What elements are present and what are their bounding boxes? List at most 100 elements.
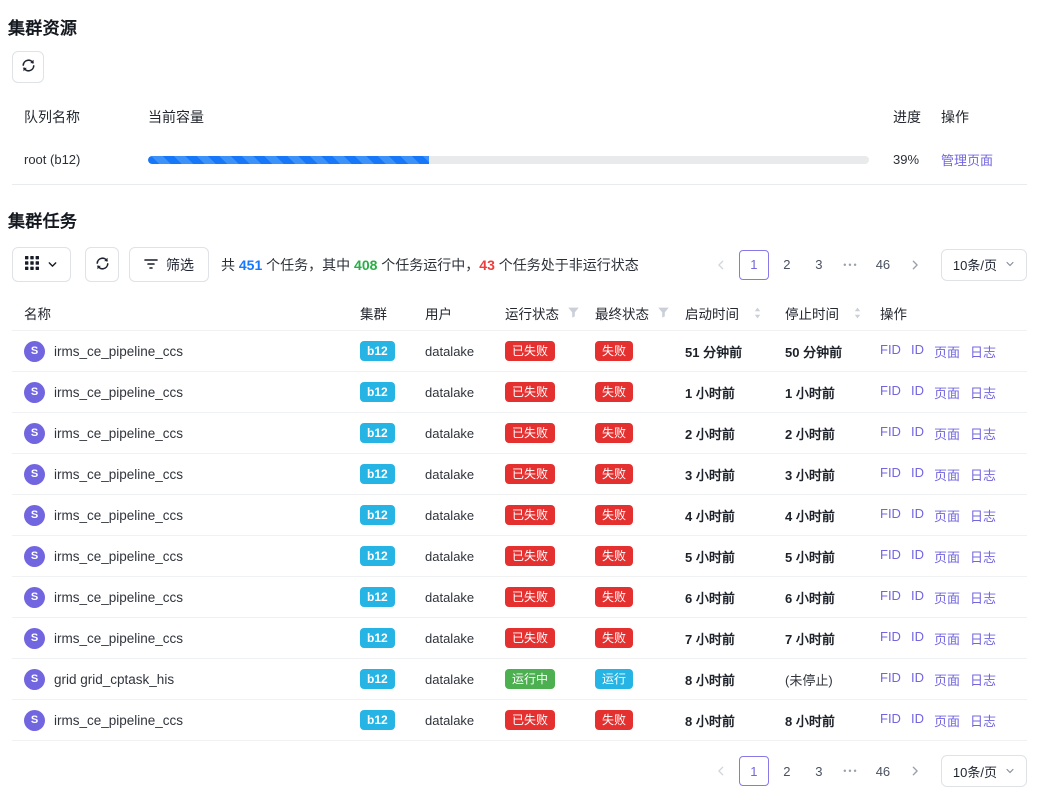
pagination-ellipsis[interactable]: ••• <box>837 756 865 786</box>
action-link-id[interactable]: ID <box>911 383 924 402</box>
action-link-fid[interactable]: FID <box>880 342 901 361</box>
start-time: 2 小时前 <box>673 424 773 443</box>
filter-funnel-icon[interactable] <box>567 306 580 319</box>
user-name: datalake <box>413 672 493 687</box>
action-link-页面[interactable]: 页面 <box>934 383 960 402</box>
pagination-page-1[interactable]: 1 <box>739 250 769 280</box>
queue-name: root (b12) <box>12 152 136 167</box>
action-link-id[interactable]: ID <box>911 588 924 607</box>
cluster-badge: b12 <box>360 505 395 525</box>
manage-page-link[interactable]: 管理页面 <box>941 153 993 168</box>
row-actions: FID ID 页面日志 <box>868 342 1027 361</box>
tasks-refresh-button[interactable] <box>85 247 119 282</box>
task-name: irms_ce_pipeline_ccs <box>54 631 183 646</box>
page-size-select[interactable]: 10条/页 <box>941 249 1027 281</box>
table-row: S irms_ce_pipeline_ccs b12 datalake 已失败 … <box>12 618 1027 659</box>
run-status-badge: 已失败 <box>505 628 555 648</box>
action-link-id[interactable]: ID <box>911 629 924 648</box>
start-time: 3 小时前 <box>673 465 773 484</box>
row-actions: FID ID 页面日志 <box>868 383 1027 402</box>
avatar: S <box>24 382 45 403</box>
pagination-page-46[interactable]: 46 <box>869 250 897 280</box>
pagination-ellipsis[interactable]: ••• <box>837 250 865 280</box>
action-link-fid[interactable]: FID <box>880 465 901 484</box>
row-actions: FID ID 页面日志 <box>868 506 1027 525</box>
resources-table-header: 队列名称 当前容量 进度 操作 <box>12 99 1027 135</box>
stop-time: 50 分钟前 <box>773 342 868 361</box>
table-row: S irms_ce_pipeline_ccs b12 datalake 已失败 … <box>12 372 1027 413</box>
avatar: S <box>24 464 45 485</box>
queue-progress-fill <box>148 156 429 164</box>
action-link-fid[interactable]: FID <box>880 711 901 730</box>
final-status-badge: 失败 <box>595 423 633 443</box>
action-link-id[interactable]: ID <box>911 342 924 361</box>
action-link-id[interactable]: ID <box>911 670 924 689</box>
task-table-header: 名称 集群 用户 运行状态 最终状态 启动时间 <box>12 295 1027 331</box>
resources-section-title: 集群资源 <box>8 14 1031 39</box>
action-link-fid[interactable]: FID <box>880 629 901 648</box>
action-link-id[interactable]: ID <box>911 424 924 443</box>
avatar: S <box>24 669 45 690</box>
pagination-page-46[interactable]: 46 <box>869 756 897 786</box>
action-link-页面[interactable]: 页面 <box>934 588 960 607</box>
action-link-日志[interactable]: 日志 <box>970 465 996 484</box>
pagination-next[interactable] <box>901 756 929 786</box>
cluster-badge: b12 <box>360 341 395 361</box>
pagination-next[interactable] <box>901 250 929 280</box>
action-link-id[interactable]: ID <box>911 506 924 525</box>
action-link-fid[interactable]: FID <box>880 506 901 525</box>
page-size-select[interactable]: 10条/页 <box>941 755 1027 787</box>
table-row: S irms_ce_pipeline_ccs b12 datalake 已失败 … <box>12 495 1027 536</box>
action-link-页面[interactable]: 页面 <box>934 547 960 566</box>
header-name: 名称 <box>12 303 348 323</box>
sort-icon[interactable] <box>853 306 862 320</box>
action-link-日志[interactable]: 日志 <box>970 506 996 525</box>
action-link-fid[interactable]: FID <box>880 588 901 607</box>
pagination-page-3[interactable]: 3 <box>805 250 833 280</box>
chevron-down-icon <box>1005 257 1015 272</box>
action-link-日志[interactable]: 日志 <box>970 670 996 689</box>
action-link-日志[interactable]: 日志 <box>970 547 996 566</box>
action-link-日志[interactable]: 日志 <box>970 711 996 730</box>
action-link-id[interactable]: ID <box>911 547 924 566</box>
user-name: datalake <box>413 426 493 441</box>
pagination-page-3[interactable]: 3 <box>805 756 833 786</box>
pagination-prev[interactable] <box>707 250 735 280</box>
action-link-页面[interactable]: 页面 <box>934 670 960 689</box>
action-link-fid[interactable]: FID <box>880 547 901 566</box>
action-link-页面[interactable]: 页面 <box>934 424 960 443</box>
action-link-日志[interactable]: 日志 <box>970 342 996 361</box>
action-link-页面[interactable]: 页面 <box>934 711 960 730</box>
filter-button[interactable]: 筛选 <box>129 247 209 282</box>
action-link-日志[interactable]: 日志 <box>970 629 996 648</box>
cluster-badge: b12 <box>360 546 395 566</box>
pagination-prev[interactable] <box>707 756 735 786</box>
pagination-page-1[interactable]: 1 <box>739 756 769 786</box>
action-link-fid[interactable]: FID <box>880 670 901 689</box>
pagination-page-2[interactable]: 2 <box>773 250 801 280</box>
sort-icon[interactable] <box>753 306 762 320</box>
layout-grid-button[interactable] <box>12 247 71 282</box>
run-status-badge: 已失败 <box>505 587 555 607</box>
user-name: datalake <box>413 590 493 605</box>
run-status-badge: 已失败 <box>505 546 555 566</box>
action-link-id[interactable]: ID <box>911 711 924 730</box>
action-link-页面[interactable]: 页面 <box>934 506 960 525</box>
final-status-badge: 失败 <box>595 710 633 730</box>
action-link-日志[interactable]: 日志 <box>970 383 996 402</box>
table-row: S irms_ce_pipeline_ccs b12 datalake 已失败 … <box>12 413 1027 454</box>
action-link-日志[interactable]: 日志 <box>970 424 996 443</box>
start-time: 1 小时前 <box>673 383 773 402</box>
action-link-页面[interactable]: 页面 <box>934 342 960 361</box>
action-link-fid[interactable]: FID <box>880 424 901 443</box>
resources-refresh-button[interactable] <box>12 51 44 83</box>
refresh-icon <box>95 256 110 274</box>
action-link-日志[interactable]: 日志 <box>970 588 996 607</box>
action-link-fid[interactable]: FID <box>880 383 901 402</box>
action-link-id[interactable]: ID <box>911 465 924 484</box>
filter-funnel-icon[interactable] <box>657 306 670 319</box>
action-link-页面[interactable]: 页面 <box>934 629 960 648</box>
action-link-页面[interactable]: 页面 <box>934 465 960 484</box>
pagination-page-2[interactable]: 2 <box>773 756 801 786</box>
start-time: 8 小时前 <box>673 711 773 730</box>
